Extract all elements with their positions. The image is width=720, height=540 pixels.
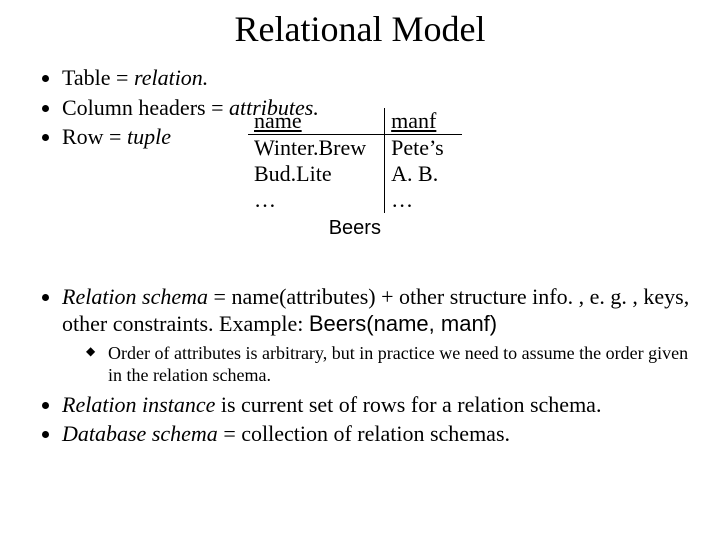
text: is current set of rows for a relation sc… xyxy=(215,392,601,417)
text: Row = xyxy=(62,124,127,149)
term-relation-instance: Relation instance xyxy=(62,392,215,417)
cell: Pete’s xyxy=(385,135,462,162)
bullet-relation-instance: Relation instance is current set of rows… xyxy=(62,391,690,419)
example-table-block: name manf Winter.Brew Pete’s Bud.Lite A.… xyxy=(248,108,462,240)
slide: Relational Model Table = relation. Colum… xyxy=(0,0,720,540)
beers-table: name manf Winter.Brew Pete’s Bud.Lite A.… xyxy=(248,108,462,213)
col-header-manf: manf xyxy=(385,108,462,135)
col-header-name: name xyxy=(248,108,385,135)
bullet-relation-schema: Relation schema = name(attributes) + oth… xyxy=(62,283,690,387)
text: Column headers = xyxy=(62,95,229,120)
cell: … xyxy=(385,187,462,213)
page-title: Relational Model xyxy=(30,8,690,50)
table-row: Bud.Lite A. B. xyxy=(248,161,462,187)
text: = collection of relation schemas. xyxy=(218,421,510,446)
term-relation: relation. xyxy=(134,65,208,90)
cell: … xyxy=(248,187,385,213)
bullet-list-bottom: Relation schema = name(attributes) + oth… xyxy=(40,283,690,448)
term-database-schema: Database schema xyxy=(62,421,218,446)
table-caption: Beers xyxy=(248,217,462,240)
table-header-row: name manf xyxy=(248,108,462,135)
schema-example: Beers(name, manf) xyxy=(309,311,497,336)
table-row: … … xyxy=(248,187,462,213)
text: Table = xyxy=(62,65,134,90)
bullet-database-schema: Database schema = collection of relation… xyxy=(62,420,690,448)
term-relation-schema: Relation schema xyxy=(62,284,208,309)
sub-bullet-order: Order of attributes is arbitrary, but in… xyxy=(86,342,690,387)
term-tuple: tuple xyxy=(127,124,171,149)
sub-list: Order of attributes is arbitrary, but in… xyxy=(86,342,690,387)
text: Order of attributes is arbitrary, but in… xyxy=(108,343,688,386)
table-row: Winter.Brew Pete’s xyxy=(248,135,462,162)
cell: Bud.Lite xyxy=(248,161,385,187)
cell: Winter.Brew xyxy=(248,135,385,162)
bullet-table-relation: Table = relation. xyxy=(62,64,690,92)
cell: A. B. xyxy=(385,161,462,187)
